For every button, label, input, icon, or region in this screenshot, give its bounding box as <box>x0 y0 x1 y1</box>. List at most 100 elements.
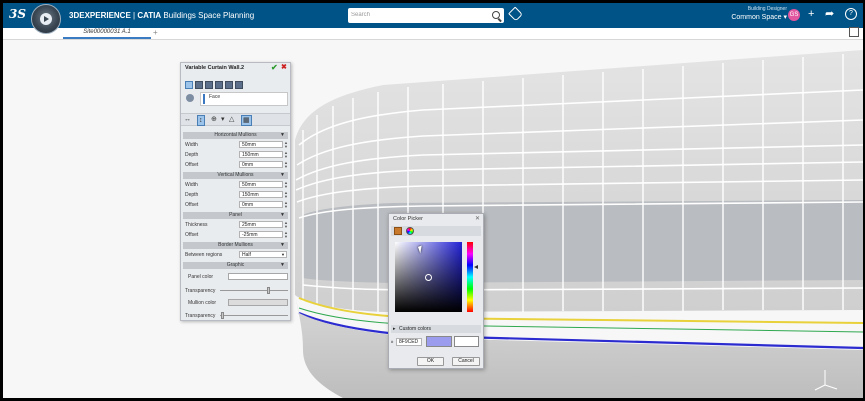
picker-tabs <box>391 226 481 236</box>
spinner-icon[interactable]: ▲ ▼ <box>284 231 288 239</box>
mullion-transparency-slider[interactable] <box>220 312 288 319</box>
mullion-layout-icon[interactable] <box>205 81 213 89</box>
slider-handle[interactable] <box>267 287 270 294</box>
between-regions-select[interactable]: Half ▼ <box>239 251 287 258</box>
chevron-down-icon: ▼ <box>280 132 285 138</box>
spinner-icon[interactable]: ▲ ▼ <box>284 181 288 189</box>
v-offset-field[interactable]: 0mm <box>239 201 283 208</box>
panel-transparency-slider[interactable] <box>220 287 288 294</box>
palette-icon[interactable] <box>394 227 402 235</box>
avatar[interactable]: GS <box>788 9 800 21</box>
chevron-down-icon: ▼ <box>281 252 285 257</box>
field-label: Mullion color <box>188 300 217 306</box>
help-icon[interactable]: ? <box>845 8 857 20</box>
space-label: Common Space <box>731 14 782 21</box>
panel-title: Variable Curtain Wall.2 <box>185 65 245 71</box>
fullscreen-icon[interactable] <box>849 27 859 37</box>
row-v-width: Width 50mm ▲ ▼ <box>184 181 288 189</box>
v-depth-field[interactable]: 150mm <box>239 191 283 198</box>
copy-icon[interactable] <box>225 81 233 89</box>
product-name: CATIA <box>137 11 162 20</box>
panel-header[interactable]: Variable Curtain Wall.2 ✔ ✖ <box>181 63 290 73</box>
section-vertical-mullions[interactable]: Vertical Mullions ▼ <box>183 172 288 179</box>
section-label: Graphic <box>226 262 245 268</box>
grid-layout-icon[interactable] <box>185 81 193 89</box>
section-label: Border Mullions <box>218 242 253 248</box>
brush-icon[interactable] <box>215 81 223 89</box>
mullion-color-swatch[interactable] <box>228 299 288 306</box>
plus-icon[interactable]: + <box>808 8 814 20</box>
row-h-offset: Offset 0mm ▲ ▼ <box>184 161 288 169</box>
field-label: Transparency <box>185 288 216 294</box>
selection-marker <box>203 94 205 104</box>
row-panel-color: Panel color <box>184 273 288 281</box>
color-wheel-icon[interactable] <box>406 227 414 235</box>
role-selector[interactable]: Building Designer Common Space ▾ <box>725 6 787 21</box>
add-tab-button[interactable]: + <box>153 28 158 38</box>
spinner-icon[interactable]: ▲ ▼ <box>284 151 288 159</box>
face-icon <box>186 94 194 102</box>
panel-color-swatch[interactable] <box>228 273 288 280</box>
cancel-x-icon[interactable]: ✖ <box>281 63 287 71</box>
share-icon[interactable]: ➦ <box>825 8 834 20</box>
v-width-field[interactable]: 50mm <box>239 181 283 188</box>
role-label: Building Designer <box>747 6 787 12</box>
field-label: Depth <box>185 152 199 158</box>
table-icon[interactable]: ▦ <box>241 115 252 126</box>
h-depth-field[interactable]: 150mm <box>239 151 283 158</box>
face-field[interactable]: Face <box>200 92 288 106</box>
spinner-icon[interactable]: ▲ ▼ <box>284 161 288 169</box>
panel-layout-icon[interactable] <box>195 81 203 89</box>
row-between-regions: Between regions Half ▼ <box>184 251 288 259</box>
hue-marker-icon[interactable] <box>474 265 478 269</box>
section-graphic[interactable]: Graphic ▼ <box>183 262 288 269</box>
hue-slider[interactable] <box>467 242 473 312</box>
spinner-icon[interactable]: ▲ ▼ <box>284 221 288 229</box>
ds-logo-icon[interactable]: 3S <box>9 7 26 21</box>
tab-site[interactable]: Site00000031 A.1 <box>63 28 151 39</box>
cancel-button[interactable]: Cancel <box>452 357 480 366</box>
curtain-wall-panel: Variable Curtain Wall.2 ✔ ✖ Face ↔ ↕ ⊕ ▾… <box>180 62 291 321</box>
thickness-field[interactable]: 25mm <box>239 221 283 228</box>
rotate-icon[interactable]: ⊕ <box>211 115 217 124</box>
dialog-title: Color Picker <box>393 216 423 222</box>
search-box[interactable] <box>348 8 504 23</box>
dropdown-icon[interactable]: ▾ <box>221 115 225 124</box>
close-icon[interactable]: ✕ <box>475 215 480 222</box>
search-input[interactable] <box>351 10 486 20</box>
h-offset-field[interactable]: 0mm <box>239 161 283 168</box>
field-label: Depth <box>185 192 199 198</box>
saturation-value-area[interactable] <box>395 242 462 312</box>
spinner-icon[interactable]: ▲ ▼ <box>284 191 288 199</box>
search-icon[interactable] <box>492 11 500 19</box>
section-border-mullions[interactable]: Border Mullions ▼ <box>183 242 288 249</box>
compass-icon[interactable] <box>31 4 61 34</box>
spinner-icon[interactable]: ▲ ▼ <box>284 201 288 209</box>
tab-strip: Site00000031 A.1 + <box>3 28 863 40</box>
custom-colors-label: Custom colors <box>399 326 431 332</box>
tag-icon[interactable] <box>508 6 523 22</box>
app-name: Buildings Space Planning <box>163 11 255 20</box>
section-horizontal-mullions[interactable]: Horizontal Mullions ▼ <box>183 132 288 139</box>
horizontal-arrow-icon[interactable]: ↔ <box>184 115 191 124</box>
row-h-width: Width 50mm ▲ ▼ <box>184 141 288 149</box>
section-panel[interactable]: Panel ▼ <box>183 212 288 219</box>
row-h-depth: Depth 150mm ▲ ▼ <box>184 151 288 159</box>
h-width-field[interactable]: 50mm <box>239 141 283 148</box>
panel-offset-field[interactable]: -25mm <box>239 231 283 238</box>
chevron-down-icon: ▼ <box>280 242 285 248</box>
ok-button[interactable]: OK <box>417 357 444 366</box>
triangle-icon[interactable]: △ <box>229 115 234 124</box>
spinner-icon[interactable]: ▲ ▼ <box>284 141 288 149</box>
ok-check-icon[interactable]: ✔ <box>271 63 278 72</box>
field-label: Width <box>185 142 198 148</box>
color-cursor[interactable] <box>425 274 432 281</box>
slider-handle[interactable] <box>221 312 224 319</box>
hex-input[interactable]: 8F9CED <box>396 338 422 346</box>
custom-colors-header[interactable]: ▸ Custom colors <box>391 325 481 333</box>
section-label: Vertical Mullions <box>217 172 254 178</box>
row-mullion-transparency: Transparency <box>184 312 288 320</box>
vertical-arrow-icon[interactable]: ↕ <box>197 115 205 126</box>
undo-icon[interactable] <box>235 81 243 89</box>
field-label: Transparency <box>185 313 216 319</box>
